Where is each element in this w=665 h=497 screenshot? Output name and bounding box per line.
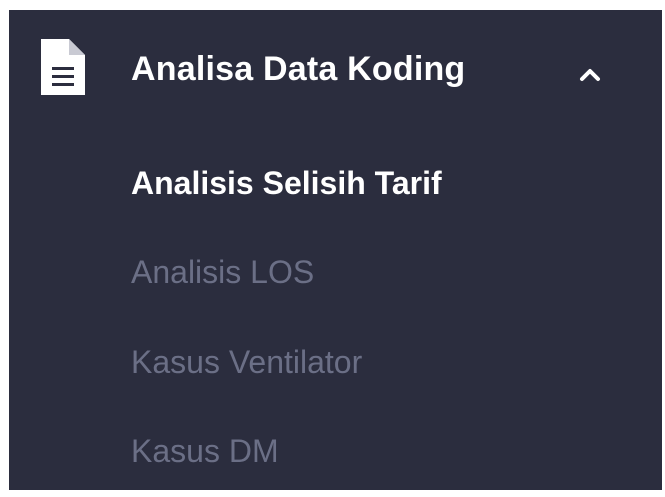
menu-group-analisa-data-koding[interactable]: Analisa Data Koding [9,10,662,140]
submenu-item-analisis-selisih-tarif[interactable]: Analisis Selisih Tarif [131,165,442,202]
menu-group-label: Analisa Data Koding [131,50,466,88]
submenu-item-kasus-ventilator[interactable]: Kasus Ventilator [131,344,362,381]
sidebar-menu-panel: Analisa Data Koding Analisis Selisih Tar… [9,10,662,490]
submenu-item-analisis-los[interactable]: Analisis LOS [131,254,314,291]
chevron-up-icon[interactable] [579,66,601,82]
document-icon [41,39,85,95]
submenu-item-kasus-dm[interactable]: Kasus DM [131,433,279,470]
